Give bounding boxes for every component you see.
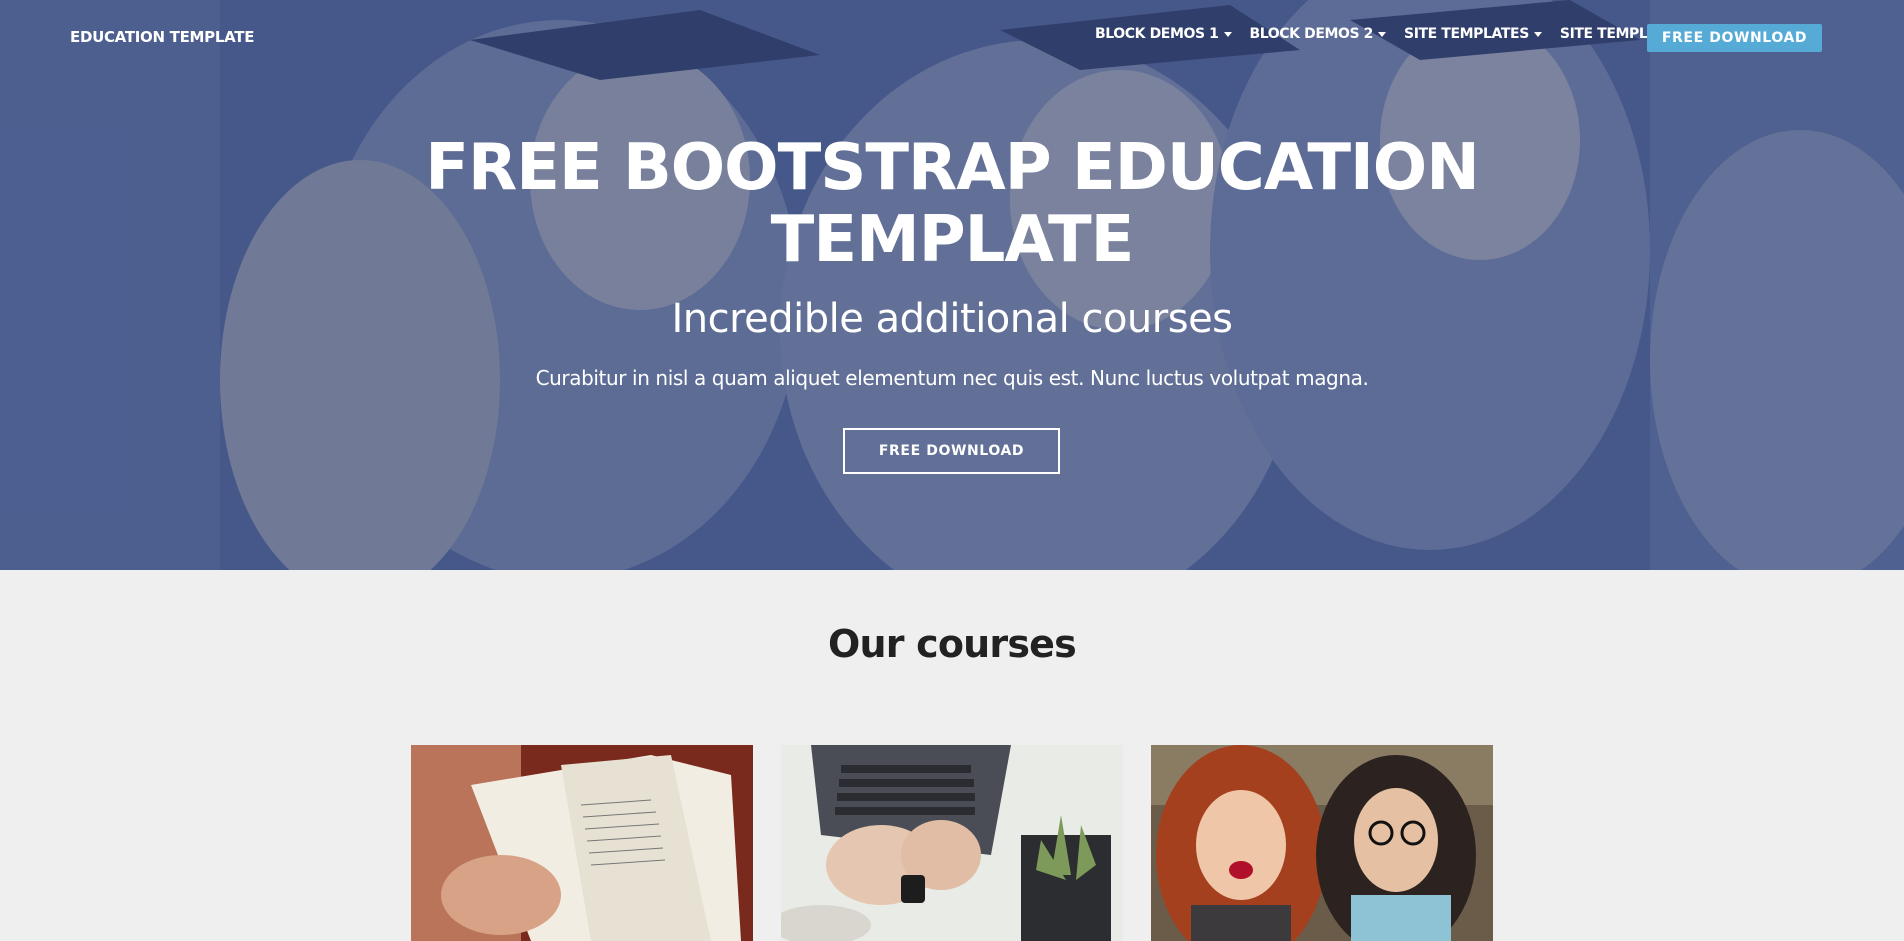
laptop-typing-photo bbox=[781, 745, 1123, 941]
nav-label: BLOCK DEMOS 2 bbox=[1249, 26, 1374, 42]
hero-section: EDUCATION TEMPLATE BLOCK DEMOS 1 BLOCK D… bbox=[0, 0, 1904, 570]
courses-heading: Our courses bbox=[828, 622, 1077, 666]
course-card-1[interactable] bbox=[411, 745, 753, 941]
hero-overlay bbox=[0, 0, 1904, 570]
hero-lead-text: Curabitur in nisl a quam aliquet element… bbox=[535, 366, 1369, 390]
nav-label: BLOCK DEMOS 1 bbox=[1095, 26, 1219, 42]
hero-title-line-2: TEMPLATE bbox=[770, 203, 1135, 277]
caret-down-icon bbox=[1223, 31, 1232, 37]
caret-down-icon bbox=[1533, 31, 1542, 37]
two-students-photo bbox=[1151, 745, 1493, 941]
hero-title-line-1: FREE BOOTSTRAP EDUCATION bbox=[425, 131, 1479, 205]
nav-block-demos-1[interactable]: BLOCK DEMOS 1 bbox=[1095, 26, 1232, 42]
course-card-2[interactable] bbox=[781, 745, 1123, 941]
hero-title: FREE BOOTSTRAP EDUCATION TEMPLATE bbox=[0, 132, 1904, 276]
hero-free-download-button[interactable]: FREE DOWNLOAD bbox=[843, 428, 1060, 474]
nav-label: SITE TEMPLATES bbox=[1404, 26, 1529, 42]
open-book-photo bbox=[411, 745, 753, 941]
caret-down-icon bbox=[1378, 31, 1387, 37]
main-nav: BLOCK DEMOS 1 BLOCK DEMOS 2 SITE TEMPLAT… bbox=[1095, 26, 1730, 42]
brand-logo[interactable]: EDUCATION TEMPLATE bbox=[70, 28, 254, 46]
nav-free-download-button[interactable]: FREE DOWNLOAD bbox=[1647, 24, 1822, 52]
nav-site-templates[interactable]: SITE TEMPLATES bbox=[1404, 26, 1542, 42]
course-card-3[interactable] bbox=[1151, 745, 1493, 941]
nav-block-demos-2[interactable]: BLOCK DEMOS 2 bbox=[1250, 26, 1387, 42]
hero-subtitle: Incredible additional courses bbox=[671, 296, 1233, 342]
